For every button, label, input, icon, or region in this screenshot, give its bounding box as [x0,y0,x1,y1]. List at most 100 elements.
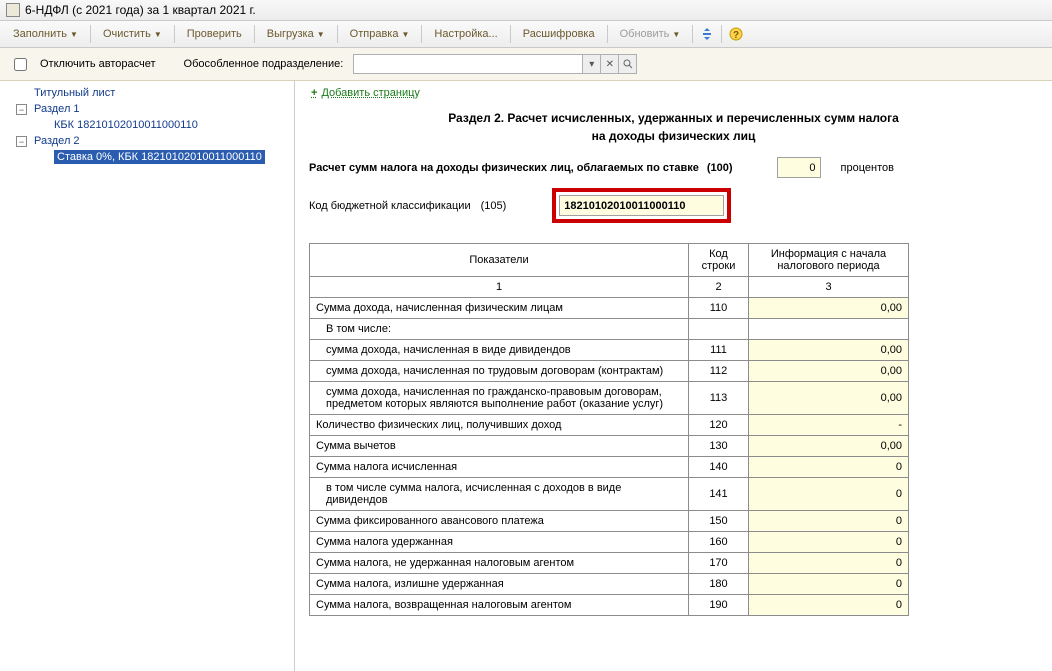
th-info: Информация с начала налогового периода [749,244,909,277]
chevron-down-icon: ▼ [672,30,680,39]
subbar: Отключить авторасчет Обособленное подраз… [0,48,1052,81]
tree-section1[interactable]: − Раздел 1 [0,101,294,117]
row-label: Сумма налога удержанная [310,532,689,553]
subdivision-label: Обособленное подразделение: [184,58,344,70]
table-row: сумма дохода, начисленная по гражданско-… [310,382,909,415]
row-value[interactable]: 0,00 [749,340,909,361]
colnum-1: 1 [310,277,689,298]
combo-dropdown-icon[interactable]: ▾ [583,54,601,74]
row-value[interactable]: - [749,415,909,436]
row-label: Сумма налога, не удержанная налоговым аг… [310,553,689,574]
row-code: 110 [689,298,749,319]
table-row: сумма дохода, начисленная в виде дивиден… [310,340,909,361]
table-row: Сумма фиксированного авансового платежа1… [310,511,909,532]
combo-search-icon[interactable] [619,54,637,74]
collapse-icon[interactable]: − [16,136,27,147]
subdivision-combo[interactable]: ▾ ✕ [353,54,637,74]
kbk-input[interactable] [559,195,724,216]
row-code: 141 [689,478,749,511]
row-label: сумма дохода, начисленная в виде дивиден… [310,340,689,361]
row-code [689,319,749,340]
row-label: Сумма налога исчисленная [310,457,689,478]
row-label: в том числе сумма налога, исчисленная с … [310,478,689,511]
colnum-2: 2 [689,277,749,298]
settings-button[interactable]: Настройка... [425,24,506,44]
row-label: Сумма фиксированного авансового платежа [310,511,689,532]
row-code: 150 [689,511,749,532]
export-button[interactable]: Выгрузка▼ [258,24,334,44]
row-code: 160 [689,532,749,553]
section-title: Раздел 2. Расчет исчисленных, удержанных… [309,109,1038,145]
tree-sidebar: Титульный лист − Раздел 1 КБК 1821010201… [0,81,295,671]
chevron-down-icon: ▼ [317,30,325,39]
row-code: 111 [689,340,749,361]
refresh-button[interactable]: Обновить▼ [611,24,690,44]
row-value[interactable]: 0,00 [749,436,909,457]
window-title: 6-НДФЛ (с 2021 года) за 1 квартал 2021 г… [25,3,256,17]
row-value[interactable]: 0,00 [749,382,909,415]
row-label: Количество физических лиц, получивших до… [310,415,689,436]
main-panel: + Добавить страницу Раздел 2. Расчет исч… [295,81,1052,671]
send-button[interactable]: Отправка▼ [341,24,419,44]
chevron-down-icon: ▼ [154,30,162,39]
row-code: 120 [689,415,749,436]
table-row: Сумма вычетов1300,00 [310,436,909,457]
row-value[interactable]: 0 [749,511,909,532]
subdivision-input[interactable] [353,54,583,74]
fill-button[interactable]: Заполнить▼ [4,24,87,44]
titlebar: 6-НДФЛ (с 2021 года) за 1 квартал 2021 г… [0,0,1052,21]
table-row: Сумма налога исчисленная1400 [310,457,909,478]
tree-section2-rate[interactable]: Ставка 0%, КБК 18210102010011000110 [0,149,294,165]
row-code: 180 [689,574,749,595]
check-button[interactable]: Проверить [178,24,251,44]
rate-line: Расчет сумм налога на доходы физических … [309,157,1038,178]
table-row: сумма дохода, начисленная по трудовым до… [310,361,909,382]
add-page-link[interactable]: + Добавить страницу [311,87,1038,99]
row-value[interactable]: 0,00 [749,298,909,319]
tree-section2[interactable]: − Раздел 2 [0,133,294,149]
autorecalc-checkbox[interactable] [14,58,27,71]
row-value[interactable]: 0,00 [749,361,909,382]
table-row: В том числе: [310,319,909,340]
row-label: Сумма дохода, начисленная физическим лиц… [310,298,689,319]
chevron-down-icon: ▼ [401,30,409,39]
rate-input[interactable] [777,157,821,178]
colnum-3: 3 [749,277,909,298]
plus-icon: + [311,87,317,99]
clear-button[interactable]: Очистить▼ [94,24,171,44]
row-code: 130 [689,436,749,457]
row-value[interactable]: 0 [749,553,909,574]
row-label: Сумма вычетов [310,436,689,457]
expand-icon[interactable] [696,23,718,45]
collapse-icon[interactable]: − [16,104,27,115]
row-value[interactable]: 0 [749,457,909,478]
tree-section1-kbk[interactable]: КБК 18210102010011000110 [0,117,294,133]
row-value[interactable]: 0 [749,532,909,553]
decode-button[interactable]: Расшифровка [514,24,604,44]
th-indicator: Показатели [310,244,689,277]
table-row: Сумма дохода, начисленная физическим лиц… [310,298,909,319]
combo-clear-icon[interactable]: ✕ [601,54,619,74]
row-code: 113 [689,382,749,415]
help-icon[interactable]: ? [725,23,747,45]
app-icon [6,3,20,17]
table-row: Сумма налога, излишне удержанная1800 [310,574,909,595]
table-row: Количество физических лиц, получивших до… [310,415,909,436]
row-label: сумма дохода, начисленная по трудовым до… [310,361,689,382]
row-value[interactable]: 0 [749,574,909,595]
row-label: В том числе: [310,319,689,340]
row-value[interactable]: 0 [749,595,909,616]
toolbar: Заполнить▼ Очистить▼ Проверить Выгрузка▼… [0,21,1052,48]
table-row: Сумма налога, возвращенная налоговым аге… [310,595,909,616]
row-value[interactable]: 0 [749,478,909,511]
row-code: 170 [689,553,749,574]
kbk-row: Код бюджетной классификации (105) [309,188,1038,223]
row-code: 112 [689,361,749,382]
tree-title-page[interactable]: Титульный лист [0,85,294,101]
svg-text:?: ? [733,30,739,41]
data-table: Показатели Код строки Информация с начал… [309,243,909,616]
row-code: 140 [689,457,749,478]
chevron-down-icon: ▼ [70,30,78,39]
table-row: Сумма налога удержанная1600 [310,532,909,553]
table-row: в том числе сумма налога, исчисленная с … [310,478,909,511]
